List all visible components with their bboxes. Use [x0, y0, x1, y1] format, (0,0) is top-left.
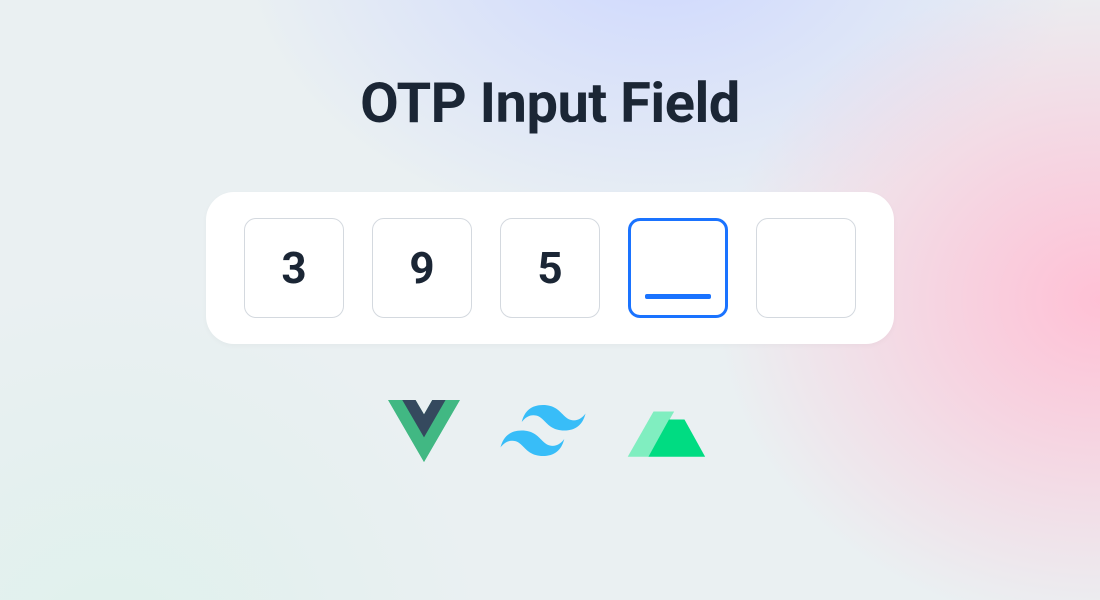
page-title: OTP Input Field [360, 70, 740, 136]
otp-cell-0[interactable]: 3 [244, 218, 344, 318]
otp-cell-2[interactable]: 5 [500, 218, 600, 318]
otp-cell-4[interactable] [756, 218, 856, 318]
otp-cell-3[interactable] [628, 218, 728, 318]
otp-cell-1[interactable]: 9 [372, 218, 472, 318]
tech-logos [388, 400, 712, 462]
otp-card: 3 9 5 [206, 192, 894, 344]
tailwind-icon [500, 405, 586, 457]
vue-icon [388, 400, 460, 462]
nuxt-icon [626, 402, 712, 460]
